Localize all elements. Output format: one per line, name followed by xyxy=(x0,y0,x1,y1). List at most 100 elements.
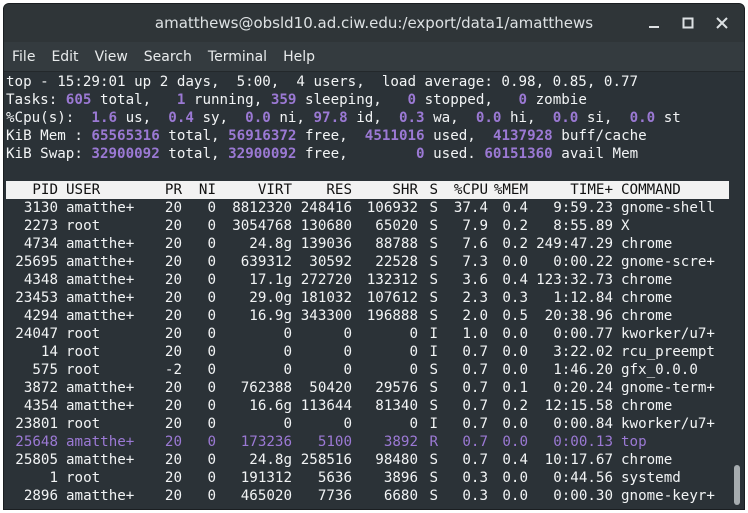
table-cell: 0.0 xyxy=(502,470,528,486)
maximize-button[interactable] xyxy=(674,9,702,37)
table-cell: 0 xyxy=(207,380,216,396)
table-cell: 575 xyxy=(32,362,58,378)
table-cell: 3872 xyxy=(23,380,58,396)
menu-terminal[interactable]: Terminal xyxy=(200,43,275,71)
table-cell: 0.7 xyxy=(462,416,488,432)
table-cell: 20 xyxy=(164,272,182,288)
table-cell: 0:00.84 xyxy=(553,416,613,432)
process-table-header: PID USER PR NI VIRT RES SHR S %CPU %MEM TIME+ COMMA… xyxy=(6,181,729,199)
table-cell: S xyxy=(429,254,438,270)
menu-file[interactable]: File xyxy=(4,43,43,71)
table-row: 23801 root 20 0 0 0 0 I 0.7 0.0 0:00.84 kworker/u7+ xyxy=(6,415,729,433)
table-cell: 0.4 xyxy=(502,200,528,216)
table-row: 14 root 20 0 0 0 0 I 0.7 0.0 3:22.02 rcu_preempt xyxy=(6,343,729,361)
table-cell: R xyxy=(429,434,438,450)
close-button[interactable] xyxy=(708,9,736,37)
table-cell: 0:00.22 xyxy=(553,254,613,270)
table-cell: 0 xyxy=(409,362,418,378)
table-cell: I xyxy=(429,416,438,432)
table-cell: 0:44.56 xyxy=(553,470,613,486)
table-cell: amatthe+ xyxy=(66,308,135,324)
table-row: 25648 amatthe+ 20 0 173236 5100 3892 R 0.7 0.0 0:0… xyxy=(6,433,729,451)
column-header: USER xyxy=(66,182,101,198)
scrollbar[interactable] xyxy=(730,73,740,509)
column-header: COMMAND xyxy=(621,182,681,198)
table-cell: 4348 xyxy=(23,272,58,288)
table-cell: 139036 xyxy=(300,236,352,252)
table-cell: 7736 xyxy=(317,488,352,504)
table-row: 1 root 20 0 191312 5636 3896 S 0.3 0.0 0:44.56 syst… xyxy=(6,469,729,487)
table-cell: 0.7 xyxy=(462,344,488,360)
menu-help[interactable]: Help xyxy=(275,43,323,71)
table-cell: amatthe+ xyxy=(66,200,135,216)
table-row: 4348 amatthe+ 20 0 17.1g 272720 132312 S 3.6 0.4 1… xyxy=(6,271,729,289)
column-header: PR xyxy=(164,182,182,198)
menu-edit[interactable]: Edit xyxy=(43,43,86,71)
table-cell: root xyxy=(66,326,101,342)
title-bar[interactable]: amatthews@obsld10.ad.ciw.edu:/export/dat… xyxy=(4,4,744,42)
menu-view[interactable]: View xyxy=(87,43,136,71)
column-header: %MEM xyxy=(493,182,528,198)
table-cell: 173236 xyxy=(240,434,292,450)
table-cell: 81340 xyxy=(375,398,418,414)
table-cell: 191312 xyxy=(240,470,292,486)
table-cell: 24.8g xyxy=(249,236,292,252)
table-cell: 0.0 xyxy=(502,488,528,504)
table-row: 24047 root 20 0 0 0 0 I 1.0 0.0 0:00.77 kworker/u7+ xyxy=(6,325,729,343)
table-cell: gnome-term+ xyxy=(621,380,715,396)
table-cell: 0 xyxy=(207,434,216,450)
process-table-body: 3130 amatthe+ 20 0 8812320 248416 106932 S 37.4 0… xyxy=(6,199,729,505)
table-cell: 20 xyxy=(164,434,182,450)
table-cell: 8812320 xyxy=(232,200,292,216)
table-cell: chrome xyxy=(621,290,673,306)
table-row: 3130 amatthe+ 20 0 8812320 248416 106932 S 37.4 0… xyxy=(6,199,729,217)
table-cell: 0 xyxy=(343,344,352,360)
table-cell: 0.5 xyxy=(502,308,528,324)
table-cell: 20 xyxy=(164,326,182,342)
table-row: 2273 root 20 0 3054768 130680 65020 S 7.9 0.2 8:55… xyxy=(6,217,729,235)
table-cell: 24.8g xyxy=(249,452,292,468)
table-cell: 0 xyxy=(207,236,216,252)
table-cell: 248416 xyxy=(300,200,352,216)
table-cell: 0 xyxy=(409,416,418,432)
table-cell: 5100 xyxy=(317,434,352,450)
table-cell: chrome xyxy=(621,398,673,414)
table-row: 2896 amatthe+ 20 0 465020 7736 6680 S 0.3 0.0 0:00… xyxy=(6,487,729,505)
terminal-output[interactable]: top - 15:29:01 up 2 days, 5:00, 4 users,… xyxy=(6,73,729,509)
table-cell: 3:22.02 xyxy=(553,344,613,360)
table-cell: top xyxy=(621,434,647,450)
scrollbar-thumb[interactable] xyxy=(734,465,740,505)
table-cell: S xyxy=(429,218,438,234)
table-cell: S xyxy=(429,398,438,414)
menu-bar: File Edit View Search Terminal Help xyxy=(4,42,744,72)
table-cell: 0:00.77 xyxy=(553,326,613,342)
table-cell: gfx_0.0.0 xyxy=(621,362,698,378)
table-cell: S xyxy=(429,488,438,504)
table-cell: 3.6 xyxy=(462,272,488,288)
table-cell: S xyxy=(429,470,438,486)
table-cell: 7.9 xyxy=(462,218,488,234)
table-cell: 7.6 xyxy=(462,236,488,252)
table-cell: 20 xyxy=(164,416,182,432)
table-cell: 0.4 xyxy=(502,452,528,468)
table-cell: 3896 xyxy=(383,470,418,486)
menu-search[interactable]: Search xyxy=(136,43,200,71)
table-cell: kworker/u7+ xyxy=(621,326,715,342)
table-cell: amatthe+ xyxy=(66,236,135,252)
table-cell: 20 xyxy=(164,218,182,234)
column-header: %CPU xyxy=(453,182,488,198)
table-cell: 4734 xyxy=(23,236,58,252)
table-cell: 0 xyxy=(343,362,352,378)
table-row: 4354 amatthe+ 20 0 16.6g 113644 81340 S 0.7 0.2 12… xyxy=(6,397,729,415)
table-cell: 25648 xyxy=(15,434,58,450)
table-cell: 0 xyxy=(343,326,352,342)
table-cell: 0 xyxy=(283,326,292,342)
table-cell: 0.0 xyxy=(502,416,528,432)
minimize-button[interactable] xyxy=(640,9,668,37)
table-cell: 123:32.73 xyxy=(536,272,613,288)
table-cell: 107612 xyxy=(366,290,418,306)
table-cell: X xyxy=(621,218,630,234)
column-header: NI xyxy=(198,182,216,198)
table-cell: 0.3 xyxy=(462,470,488,486)
tasks-line: Tasks: 605 total, 1 running, 359 sleepin… xyxy=(6,92,587,108)
